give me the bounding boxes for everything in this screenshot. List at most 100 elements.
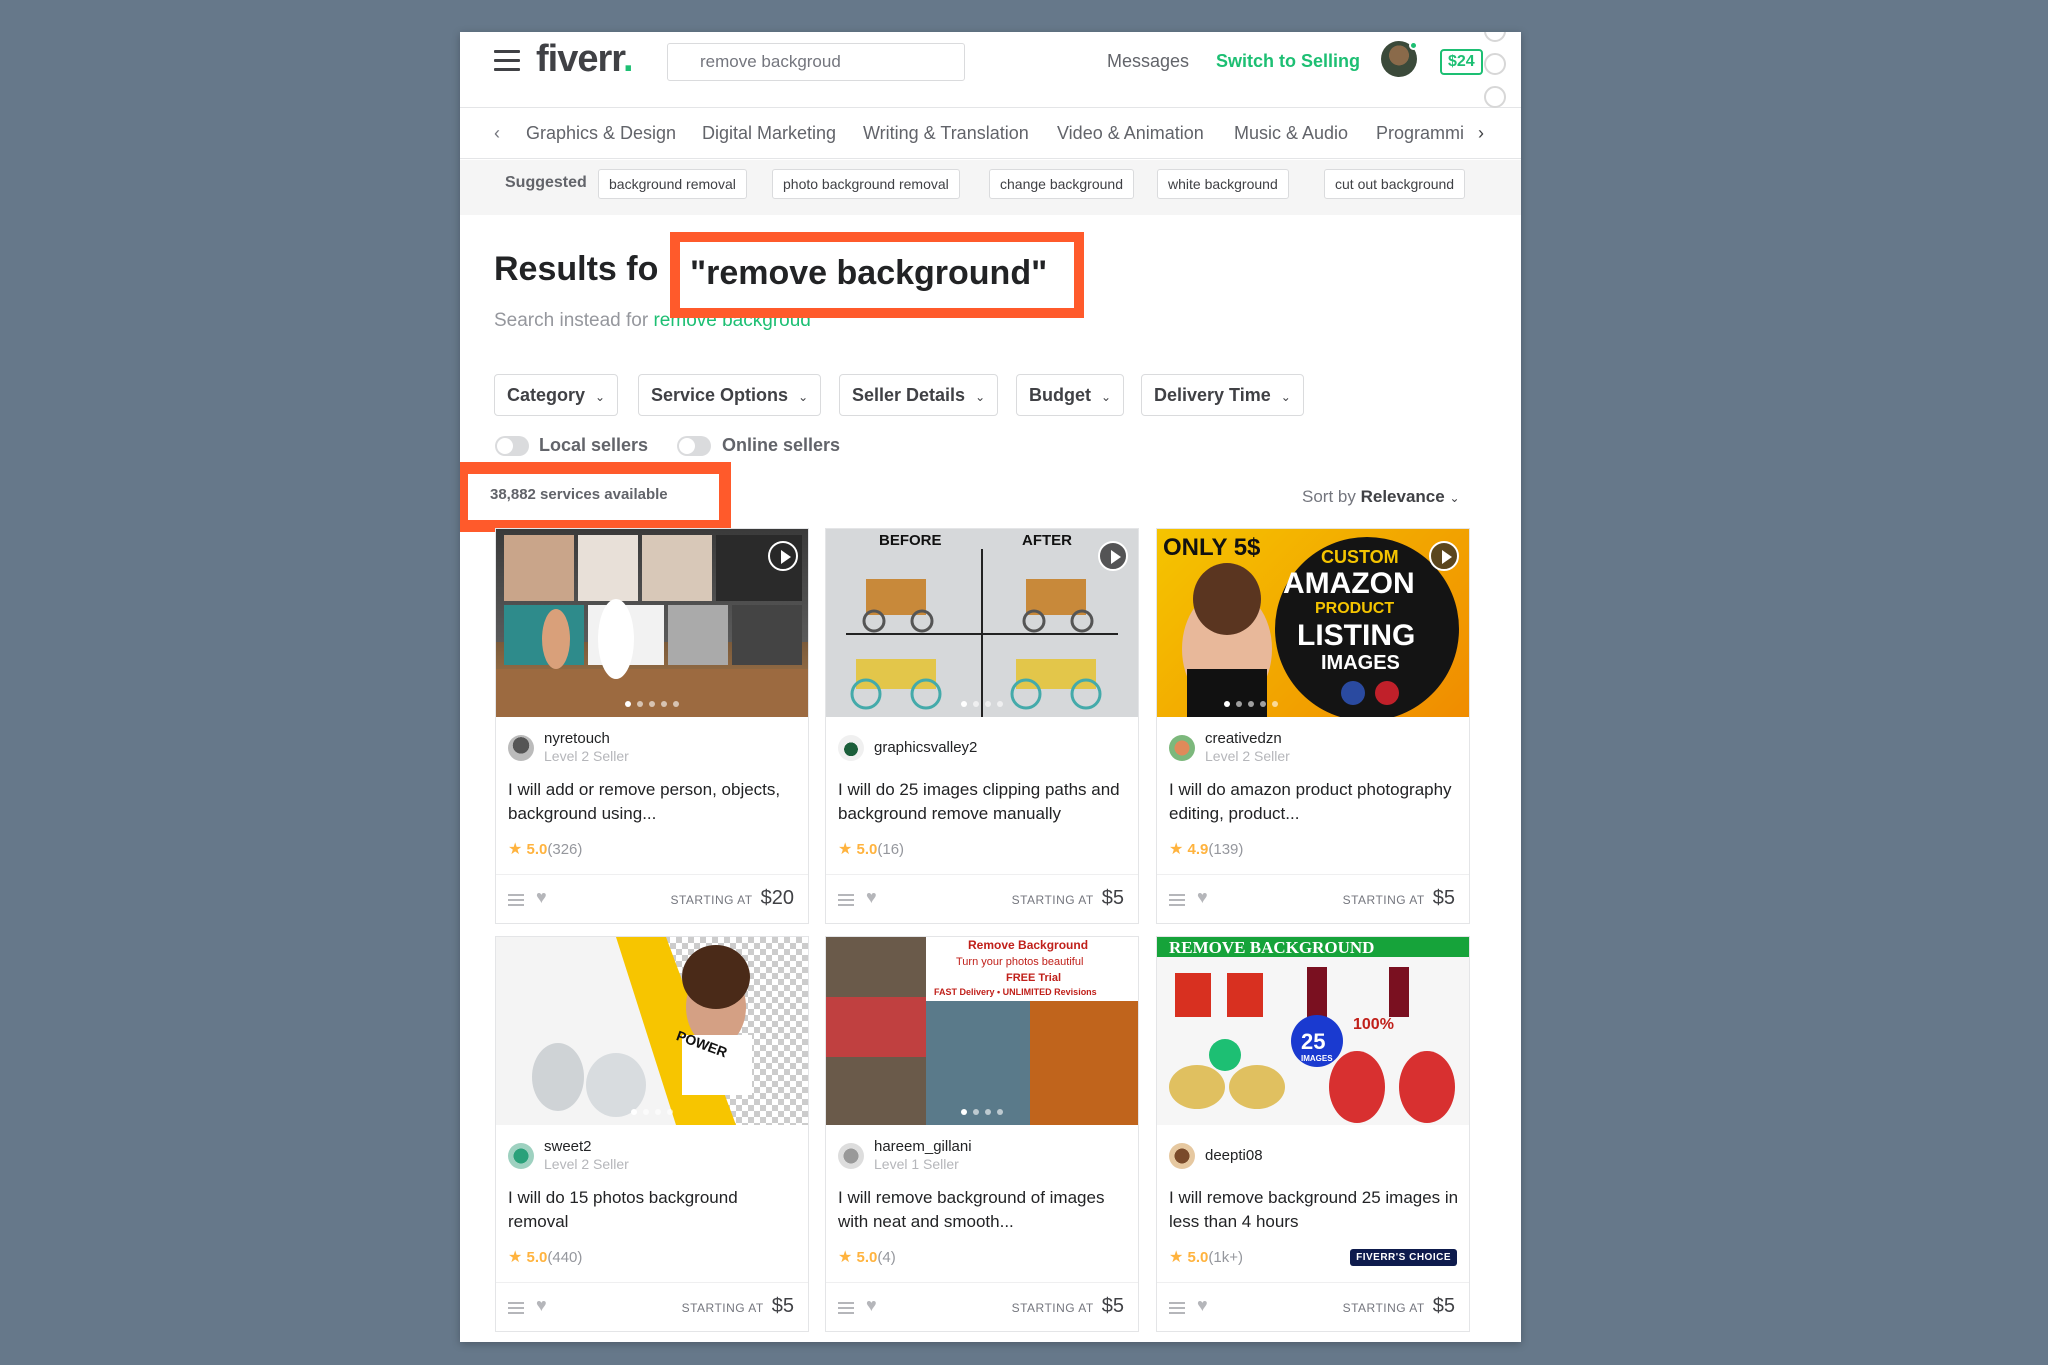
gig-rating: ★ 5.0(16): [838, 839, 904, 859]
suggested-chip[interactable]: photo background removal: [772, 169, 960, 199]
seller-avatar[interactable]: [508, 1143, 534, 1169]
seller-name[interactable]: deepti08: [1205, 1147, 1263, 1164]
suggested-chip[interactable]: white background: [1157, 169, 1289, 199]
category-video-animation[interactable]: Video & Animation: [1057, 123, 1204, 144]
seller-name[interactable]: hareem_gillani: [874, 1138, 972, 1155]
carousel-dots[interactable]: [631, 1109, 673, 1115]
thumb-line: ONLY 5$: [1163, 534, 1261, 561]
seller-level: Level 1 Seller: [874, 1156, 959, 1172]
gig-card[interactable]: Remove Background Turn your photos beaut…: [825, 936, 1139, 1332]
gig-thumbnail[interactable]: Remove Background Turn your photos beaut…: [826, 937, 1138, 1125]
gig-card[interactable]: POWER sweet2 Level 2 Seller I will do 15…: [495, 936, 809, 1332]
gig-title[interactable]: I will remove background of images with …: [838, 1186, 1130, 1234]
list-icon[interactable]: [838, 1302, 854, 1314]
gig-card[interactable]: REMOVE BACKGROUND 25 IMAGES 100% deepti0…: [1156, 936, 1470, 1332]
play-video-icon[interactable]: [768, 541, 798, 571]
heart-icon[interactable]: ♥: [866, 887, 877, 908]
search-input[interactable]: [667, 43, 965, 81]
category-writing-translation[interactable]: Writing & Translation: [863, 123, 1029, 144]
heart-icon[interactable]: ♥: [536, 1295, 547, 1316]
list-icon[interactable]: [1169, 1302, 1185, 1314]
scroll-circle-icon: [1484, 32, 1506, 42]
gig-thumbnail[interactable]: POWER: [496, 937, 808, 1125]
starting-at-label: STARTING AT: [681, 1301, 764, 1315]
category-music-audio[interactable]: Music & Audio: [1234, 123, 1348, 144]
heart-icon[interactable]: ♥: [1197, 1295, 1208, 1316]
carousel-dots[interactable]: [1223, 701, 1278, 707]
seller-avatar[interactable]: [1169, 1143, 1195, 1169]
list-icon[interactable]: [1169, 894, 1185, 906]
carousel-dots[interactable]: [961, 1109, 1003, 1115]
gig-card[interactable]: nyretouch Level 2 Seller I will add or r…: [495, 528, 809, 924]
category-menu: ‹ Graphics & Design Digital Marketing Wr…: [460, 109, 1521, 159]
chevron-left-icon[interactable]: ‹: [494, 123, 500, 144]
gig-thumbnail[interactable]: [496, 529, 808, 717]
list-icon[interactable]: [838, 894, 854, 906]
seller-avatar[interactable]: [838, 735, 864, 761]
filter-label: Budget: [1029, 385, 1091, 405]
online-sellers-toggle[interactable]: [677, 436, 711, 456]
play-video-icon[interactable]: [1429, 541, 1459, 571]
gig-thumbnail[interactable]: REMOVE BACKGROUND 25 IMAGES 100%: [1157, 937, 1469, 1125]
thumb-line: FAST Delivery • UNLIMITED Revisions: [934, 987, 1097, 997]
thumb-line: IMAGES: [1321, 652, 1400, 674]
switch-to-selling-link[interactable]: Switch to Selling: [1216, 51, 1360, 72]
messages-link[interactable]: Messages: [1107, 51, 1189, 72]
gig-title[interactable]: I will do amazon product photography edi…: [1169, 778, 1461, 826]
seller-name[interactable]: sweet2: [544, 1138, 592, 1155]
price-value: $20: [760, 887, 794, 909]
results-query: "remove background": [690, 254, 1048, 292]
price-value: $5: [1101, 887, 1124, 909]
thumb-number: 25: [1301, 1029, 1325, 1054]
filter-seller-details[interactable]: Seller Details ⌄: [839, 374, 999, 416]
products-image: REMOVE BACKGROUND 25 IMAGES 100%: [1157, 937, 1469, 1125]
heart-icon[interactable]: ♥: [536, 887, 547, 908]
seller-name[interactable]: graphicsvalley2: [874, 739, 977, 756]
gig-card[interactable]: BEFORE AFTER graphicsvalley2 I will do 2…: [825, 528, 1139, 924]
play-video-icon[interactable]: [1098, 541, 1128, 571]
gig-thumbnail[interactable]: BEFORE AFTER: [826, 529, 1138, 717]
chevron-down-icon: ⌄: [1449, 491, 1460, 505]
filter-delivery-time[interactable]: Delivery Time ⌄: [1141, 374, 1304, 416]
price-value: $5: [771, 1295, 794, 1317]
price-value: $5: [1432, 887, 1455, 909]
rating-count: (440): [547, 1249, 583, 1266]
heart-icon[interactable]: ♥: [866, 1295, 877, 1316]
gig-price: STARTING AT $5: [682, 1295, 794, 1318]
list-icon[interactable]: [508, 1302, 524, 1314]
filter-budget[interactable]: Budget ⌄: [1016, 374, 1125, 416]
chevron-down-icon: ⌄: [1280, 390, 1291, 404]
gig-title[interactable]: I will add or remove person, objects, ba…: [508, 778, 800, 826]
services-count-highlight-box: 38,882 services available: [460, 462, 731, 532]
heart-icon[interactable]: ♥: [1197, 887, 1208, 908]
fiverr-logo[interactable]: fiverr.: [536, 38, 633, 81]
category-graphics-design[interactable]: Graphics & Design: [526, 123, 676, 144]
chevron-right-icon[interactable]: ›: [1478, 123, 1484, 144]
local-sellers-toggle[interactable]: [495, 436, 529, 456]
gig-title[interactable]: I will do 15 photos background removal: [508, 1186, 800, 1234]
category-digital-marketing[interactable]: Digital Marketing: [702, 123, 836, 144]
hamburger-menu-icon[interactable]: [494, 50, 520, 74]
carousel-dots[interactable]: [961, 701, 1003, 707]
category-programming[interactable]: Programmi: [1376, 123, 1476, 144]
suggested-chip[interactable]: cut out background: [1324, 169, 1466, 199]
gig-card[interactable]: ONLY 5$ CUSTOM AMAZON PRODUCT LISTING IM…: [1156, 528, 1470, 924]
seller-avatar[interactable]: [1169, 735, 1195, 761]
suggested-chip[interactable]: change background: [989, 169, 1134, 199]
balance-badge[interactable]: $24: [1440, 49, 1483, 75]
gig-title[interactable]: I will remove background 25 images in le…: [1169, 1186, 1461, 1234]
chevron-down-icon: ⌄: [1101, 390, 1112, 404]
rating-count: (1k+): [1208, 1249, 1243, 1266]
gig-thumbnail[interactable]: ONLY 5$ CUSTOM AMAZON PRODUCT LISTING IM…: [1157, 529, 1469, 717]
suggested-chip[interactable]: background removal: [598, 169, 747, 199]
gig-title[interactable]: I will do 25 images clipping paths and b…: [838, 778, 1130, 826]
seller-avatar[interactable]: [838, 1143, 864, 1169]
sort-dropdown[interactable]: Sort by Relevance ⌄: [1302, 487, 1460, 507]
seller-name[interactable]: creativedzn: [1205, 730, 1282, 747]
seller-avatar[interactable]: [508, 735, 534, 761]
filter-category[interactable]: Category ⌄: [494, 374, 619, 416]
list-icon[interactable]: [508, 894, 524, 906]
seller-name[interactable]: nyretouch: [544, 730, 610, 747]
filter-service-options[interactable]: Service Options ⌄: [638, 374, 822, 416]
carousel-dots[interactable]: [625, 701, 679, 707]
